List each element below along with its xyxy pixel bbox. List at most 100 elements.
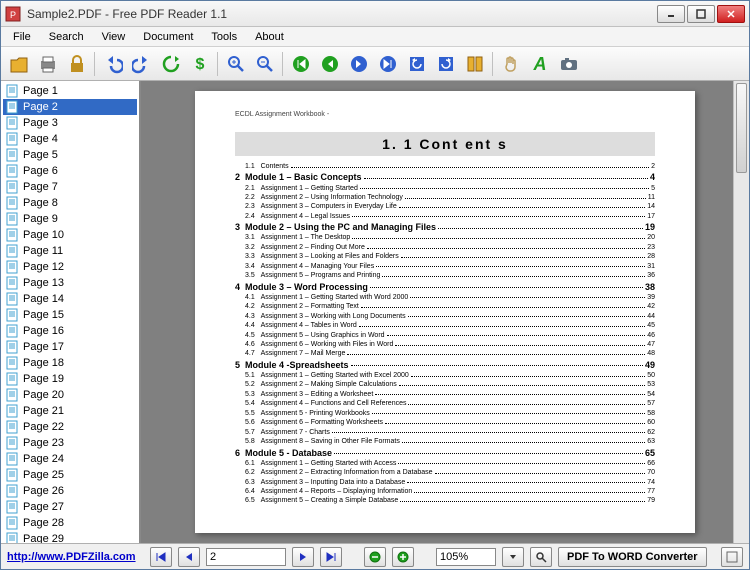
thumbnail-item[interactable]: Page 29 [3,531,137,543]
thumbnail-item[interactable]: Page 5 [3,147,137,163]
zoom-in-button[interactable] [392,547,414,567]
thumbnail-item[interactable]: Page 16 [3,323,137,339]
document-viewer[interactable]: ECDL Assignment Workbook - 1. 1 Cont ent… [141,81,749,543]
zoom-in-icon[interactable] [222,50,250,78]
refresh-icon[interactable] [157,50,185,78]
thumbnail-item[interactable]: Page 19 [3,371,137,387]
menu-tools[interactable]: Tools [203,29,245,45]
toc-entry: 5.3 Assignment 3 – Editing a Worksheet54 [235,390,655,399]
zoom-out-button[interactable] [364,547,386,567]
lock-icon[interactable] [63,50,91,78]
last-page-button[interactable] [320,547,342,567]
thumbnail-item[interactable]: Page 27 [3,499,137,515]
thumbnail-item[interactable]: Page 26 [3,483,137,499]
thumbnail-label: Page 23 [23,437,64,449]
contents-heading: 1. 1 Cont ent s [235,132,655,156]
undo-icon[interactable] [99,50,127,78]
menu-view[interactable]: View [94,29,134,45]
nav-next-icon[interactable] [345,50,373,78]
page-number-input[interactable] [206,548,286,566]
thumbnail-item[interactable]: Page 21 [3,403,137,419]
thumbnails-sidebar[interactable]: Page 1Page 2Page 3Page 4Page 5Page 6Page… [1,81,141,543]
rotate-cw-icon[interactable] [432,50,460,78]
thumbnail-label: Page 22 [23,421,64,433]
page-icon [5,292,19,306]
toolbar: $A [1,47,749,81]
page-icon [5,484,19,498]
page-icon [5,436,19,450]
page-icon [5,180,19,194]
zoom-level-input[interactable] [436,548,496,566]
money-icon[interactable]: $ [186,50,214,78]
menu-file[interactable]: File [5,29,39,45]
nav-last-icon[interactable] [374,50,402,78]
prev-page-button[interactable] [178,547,200,567]
menu-search[interactable]: Search [41,29,92,45]
nav-first-icon[interactable] [287,50,315,78]
svg-text:P: P [10,10,16,20]
thumbnail-item[interactable]: Page 22 [3,419,137,435]
zoom-dropdown-button[interactable] [502,547,524,567]
thumbnail-item[interactable]: Page 24 [3,451,137,467]
toc-entry: 4.4 Assignment 4 – Tables in Word45 [235,321,655,330]
toolbar-separator [217,52,219,76]
nav-prev-icon[interactable] [316,50,344,78]
toc-entry: 3.3 Assignment 3 – Looking at Files and … [235,252,655,261]
layout-icon[interactable] [461,50,489,78]
snapshot-icon[interactable] [555,50,583,78]
resize-grip[interactable] [721,547,743,567]
toc-entry: 5.7 Assignment 7 - Charts62 [235,428,655,437]
scrollbar-thumb[interactable] [736,83,747,173]
thumbnail-item[interactable]: Page 18 [3,355,137,371]
toc-entry: 5.8 Assignment 8 – Saving in Other File … [235,437,655,446]
menu-about[interactable]: About [247,29,292,45]
thumbnail-item[interactable]: Page 14 [3,291,137,307]
open-icon[interactable] [5,50,33,78]
print-icon[interactable] [34,50,62,78]
thumbnail-item[interactable]: Page 7 [3,179,137,195]
thumbnail-item[interactable]: Page 8 [3,195,137,211]
thumbnail-item[interactable]: Page 15 [3,307,137,323]
thumbnail-item[interactable]: Page 28 [3,515,137,531]
thumbnail-item[interactable]: Page 23 [3,435,137,451]
thumbnail-item[interactable]: Page 11 [3,243,137,259]
minimize-button[interactable] [657,5,685,23]
fit-button[interactable] [530,547,552,567]
toc-entry: 3.5 Assignment 5 – Programs and Printing… [235,271,655,280]
thumbnail-item[interactable]: Page 2 [3,99,137,115]
thumbnail-item[interactable]: Page 10 [3,227,137,243]
thumbnail-item[interactable]: Page 4 [3,131,137,147]
toc-entry: 6.4 Assignment 4 – Reports – Displaying … [235,487,655,496]
hand-icon[interactable] [497,50,525,78]
pdf-to-word-button[interactable]: PDF To WORD Converter [558,547,707,567]
toc-entry: 6.1 Assignment 1 – Getting Started with … [235,459,655,468]
thumbnail-item[interactable]: Page 17 [3,339,137,355]
toc-entry: 1.1 Contents2 [235,162,655,171]
thumbnail-item[interactable]: Page 20 [3,387,137,403]
text-select-icon[interactable]: A [526,50,554,78]
menu-document[interactable]: Document [135,29,201,45]
thumbnail-item[interactable]: Page 25 [3,467,137,483]
svg-text:$: $ [196,56,205,73]
thumbnail-item[interactable]: Page 13 [3,275,137,291]
page-icon [5,340,19,354]
next-page-button[interactable] [292,547,314,567]
window-title: Sample2.PDF - Free PDF Reader 1.1 [27,7,657,21]
page-icon [5,468,19,482]
thumbnail-label: Page 16 [23,325,64,337]
thumbnail-item[interactable]: Page 9 [3,211,137,227]
thumbnail-label: Page 2 [23,101,58,113]
maximize-button[interactable] [687,5,715,23]
vertical-scrollbar[interactable] [733,81,749,543]
thumbnail-item[interactable]: Page 12 [3,259,137,275]
thumbnail-item[interactable]: Page 1 [3,83,137,99]
thumbnail-item[interactable]: Page 3 [3,115,137,131]
zoom-out-icon[interactable] [251,50,279,78]
menubar: FileSearchViewDocumentToolsAbout [1,27,749,47]
close-button[interactable] [717,5,745,23]
vendor-link[interactable]: http://www.PDFZilla.com [7,551,136,563]
thumbnail-item[interactable]: Page 6 [3,163,137,179]
first-page-button[interactable] [150,547,172,567]
rotate-ccw-icon[interactable] [403,50,431,78]
redo-icon[interactable] [128,50,156,78]
